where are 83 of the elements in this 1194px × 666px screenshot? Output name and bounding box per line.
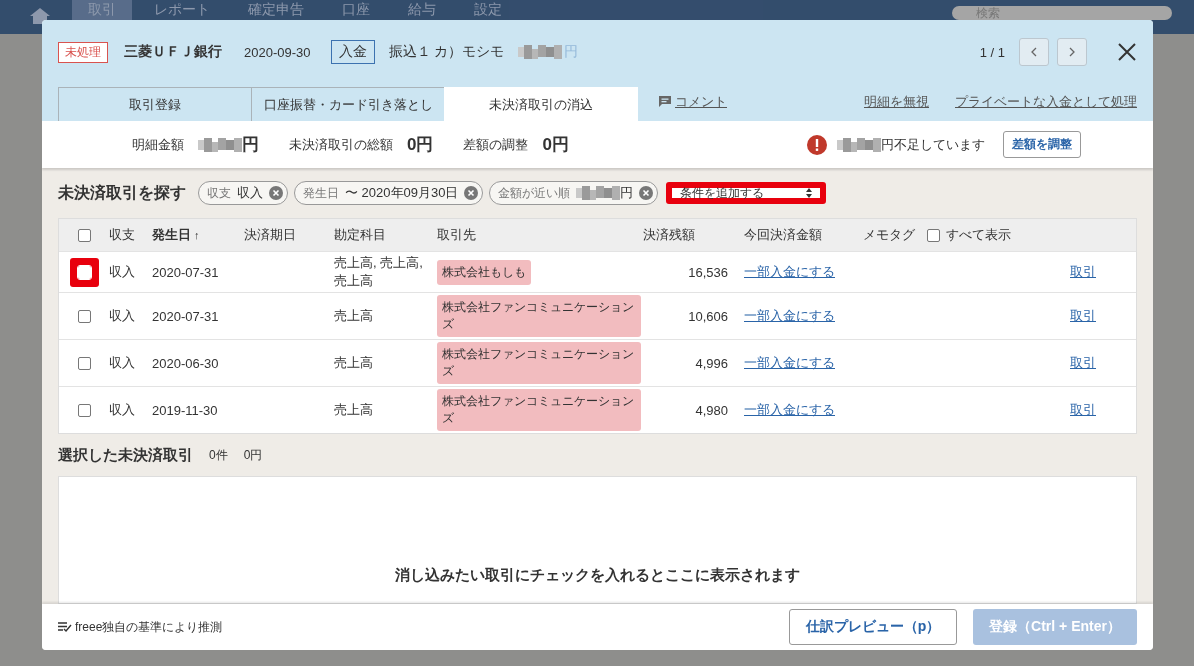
tab[interactable]: 未決済取引の消込 — [444, 87, 638, 121]
table-cell-text: 2020-07-31 — [152, 264, 220, 280]
chevron-right-icon — [1068, 47, 1076, 57]
action-link[interactable]: プライベートな入金として処理 — [955, 92, 1137, 111]
status-badge: 未処理 — [58, 41, 108, 63]
sort-arrows-icon — [806, 188, 813, 198]
summary-value: 0円 — [542, 134, 569, 156]
summary-value: 0円 — [407, 134, 434, 156]
column-header[interactable]: 決済期日 — [244, 226, 334, 244]
summary-label: 差額の調整 — [463, 135, 529, 154]
home-icon[interactable] — [30, 8, 50, 24]
chevron-left-icon — [1030, 47, 1038, 57]
remove-icon[interactable] — [269, 186, 283, 200]
warning-icon — [807, 134, 827, 155]
column-header[interactable]: メモタグ — [863, 226, 915, 244]
column-header[interactable]: 発生日 ↑ — [152, 226, 244, 244]
table-cell-text: 売上高 — [334, 401, 374, 419]
preview-button[interactable]: 仕訳プレビュー（p） — [789, 609, 957, 645]
partner-tag: 株式会社ファンコミュニケーションズ — [437, 389, 641, 431]
table-cell-text: 収入 — [109, 354, 136, 372]
footer-note: freee独自の基準により推測 — [75, 618, 223, 636]
transaction-link[interactable]: 取引 — [1070, 355, 1096, 370]
checkbox[interactable] — [77, 403, 91, 417]
filter-chip[interactable]: 発生日 〜 2020年09月30日 — [294, 181, 484, 205]
table-cell-text: 収入 — [109, 263, 136, 281]
bank-name: 三菱ＵＦＪ銀行 — [124, 43, 222, 61]
table-cell-text: 2020-06-30 — [152, 355, 220, 371]
partial-payment-link[interactable]: 一部入金にする — [744, 308, 835, 323]
partial-payment-link[interactable]: 一部入金にする — [744, 402, 835, 417]
table-cell-text: 4,980 — [694, 402, 728, 418]
list-check-icon — [58, 622, 72, 632]
partner-tag: 株式会社ファンコミュニケーションズ — [437, 342, 641, 384]
table-cell-text: 4,996 — [694, 355, 728, 371]
comment-icon — [659, 96, 671, 107]
checkbox[interactable] — [77, 309, 91, 323]
direction-badge: 入金 — [330, 40, 375, 64]
partial-payment-link[interactable]: 一部入金にする — [744, 355, 835, 370]
condition-select[interactable]: 条件を追加する — [666, 182, 827, 204]
checkbox[interactable] — [77, 228, 91, 242]
filter-chip[interactable]: 収支 収入 — [198, 181, 288, 205]
summary-value: 円 — [242, 134, 259, 156]
summary-label: 未決済取引の総額 — [289, 135, 393, 154]
column-header[interactable]: 収支 — [109, 226, 152, 244]
transaction-date: 2020-09-30 — [244, 44, 311, 60]
transaction-link[interactable]: 取引 — [1070, 308, 1096, 323]
tab[interactable]: 取引登録 — [58, 87, 252, 121]
table-cell-text: 収入 — [109, 401, 136, 419]
section-title: 選択した未決済取引 — [58, 445, 193, 465]
adjust-button[interactable]: 差額を調整 — [1003, 131, 1081, 158]
table-cell-text: 16,536 — [687, 264, 728, 280]
transaction-link[interactable]: 取引 — [1070, 264, 1096, 279]
warning-text: 円不足しています — [881, 135, 985, 154]
action-link[interactable]: 明細を無視 — [864, 92, 929, 111]
checkbox-label: すべて表示 — [946, 226, 1011, 244]
column-header[interactable]: 取引先 — [437, 226, 643, 244]
transaction-link[interactable]: 取引 — [1070, 402, 1096, 417]
description: 振込１ カ）モシモ — [388, 43, 505, 61]
selected-total: 0円 — [243, 446, 263, 464]
empty-message: 消し込みたい取引にチェックを入れるとここに表示されます — [395, 566, 800, 585]
table-cell-text: 2019-11-30 — [152, 402, 219, 418]
column-header[interactable]: 決済残額 — [643, 226, 728, 244]
column-header[interactable]: 勘定科目 — [334, 226, 437, 244]
partner-tag: 株式会社ファンコミュニケーションズ — [437, 295, 641, 337]
column-header[interactable]: 今回決済金額 — [744, 226, 863, 244]
partial-payment-link[interactable]: 一部入金にする — [744, 264, 835, 279]
checkbox[interactable] — [77, 356, 91, 370]
table-cell-text: 売上高 — [334, 307, 374, 325]
table-cell-text: 2020-07-31 — [152, 308, 220, 324]
summary-label: 明細金額 — [132, 135, 184, 154]
partner-tag: 株式会社もしも — [437, 259, 531, 285]
remove-icon[interactable] — [639, 186, 654, 200]
table-cell-text: 10,606 — [687, 308, 728, 324]
table-cell-text: 収入 — [109, 307, 136, 325]
checkbox[interactable] — [927, 228, 940, 242]
filter-chip[interactable]: 金額が近い順 円 — [489, 181, 659, 205]
remove-icon[interactable] — [464, 186, 479, 200]
selected-count: 0件 — [209, 446, 228, 464]
close-button[interactable] — [1117, 42, 1137, 62]
comment-link[interactable]: コメント — [675, 92, 727, 111]
pager: 1 / 1 — [979, 44, 1005, 60]
table-cell-text: 売上高 — [334, 354, 374, 372]
table-cell-text: 売上高, 売上高, 売上高 — [334, 254, 424, 290]
section-title: 未決済取引を探す — [58, 182, 186, 203]
